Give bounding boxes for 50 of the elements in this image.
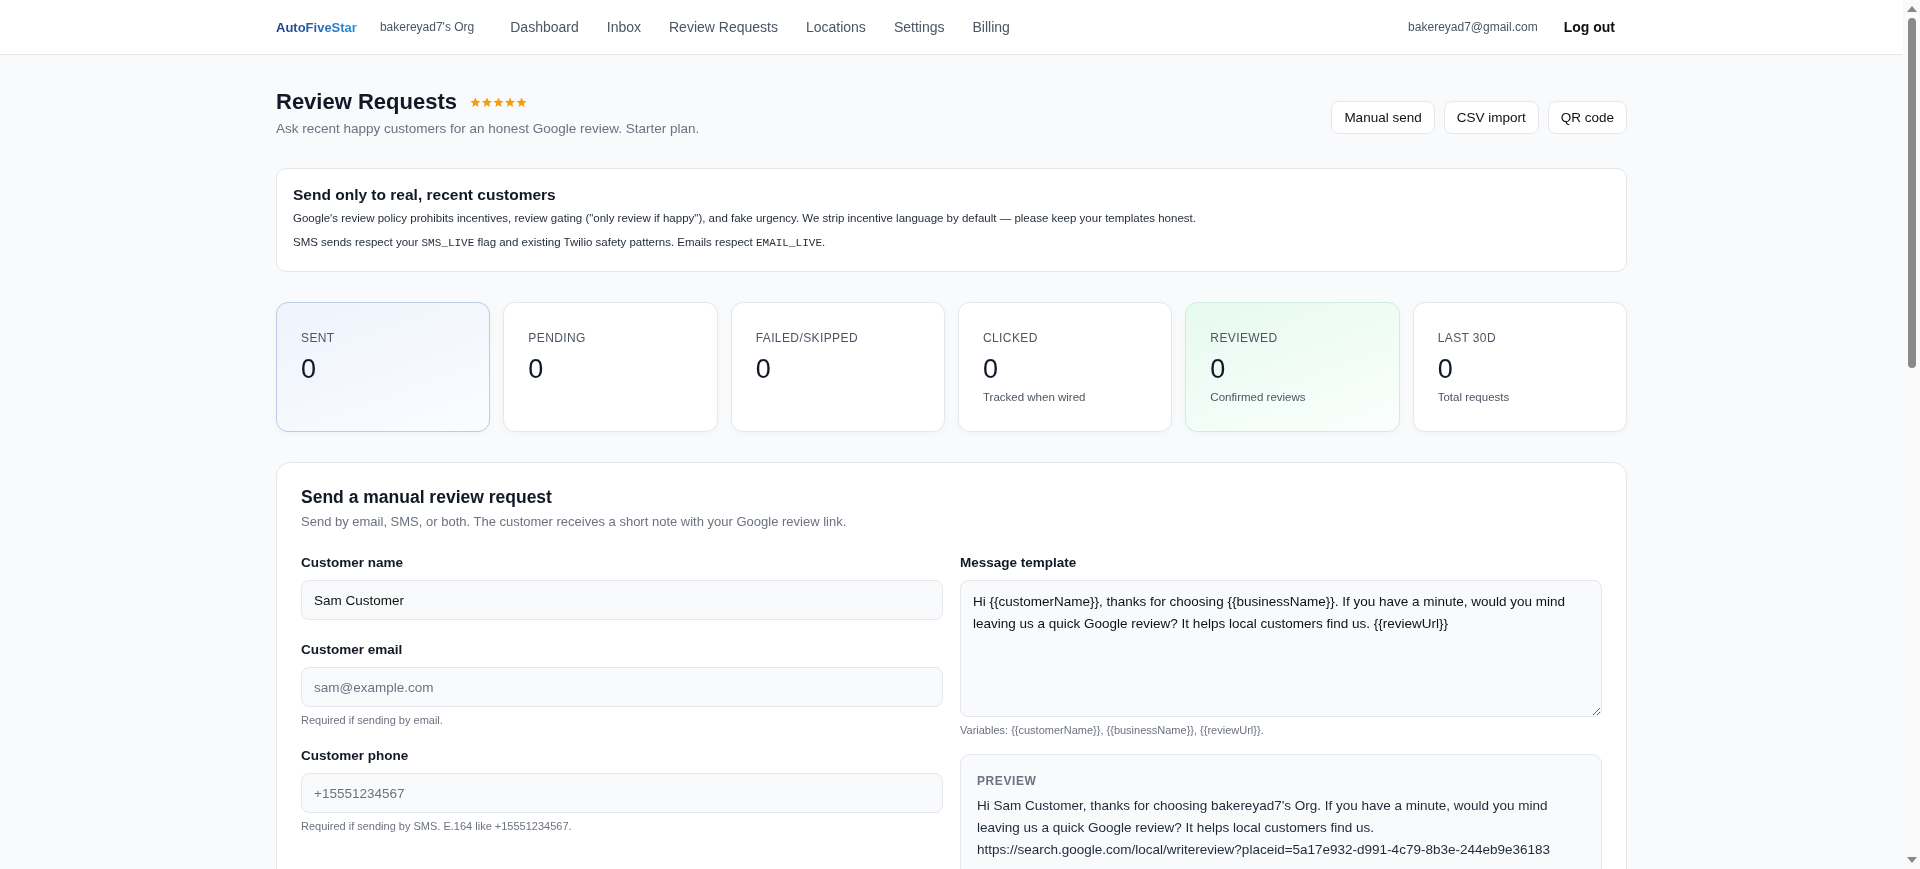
nav-link[interactable]: Inbox xyxy=(606,19,641,35)
notice-title: Send only to real, recent customers xyxy=(293,186,557,204)
action-button[interactable]: CSV import xyxy=(1443,101,1539,134)
notice-text: Google's review policy prohibits incentives, review gating ("only review if happy"), and fake urgency. We strip incentive language by default — please keep your templates honest. xyxy=(293,211,1197,226)
stat-label: SENT xyxy=(301,331,335,345)
nav-link[interactable]: Dashboard xyxy=(510,19,579,35)
field-label: Message template xyxy=(960,555,1078,570)
input-field[interactable]: +15551234567 xyxy=(301,773,943,813)
input-field[interactable]: sam@example.com xyxy=(301,667,943,707)
help-text: Required if sending by email. xyxy=(301,714,444,726)
preview-label: PREVIEW xyxy=(977,774,1037,788)
page-subtitle: Ask recent happy customers for an honest Google review. Starter plan. xyxy=(276,121,700,136)
stat-label: FAILED/SKIPPED xyxy=(755,331,858,345)
logout-link[interactable]: Log out xyxy=(1563,19,1615,35)
stat-value: 0 xyxy=(983,355,998,385)
nav-link[interactable]: Billing xyxy=(972,19,1010,35)
stat-label: CLICKED xyxy=(983,331,1038,345)
form-title: Send a manual review request xyxy=(301,487,553,508)
help-text: Required if sending by SMS. E.164 like +15551234567. xyxy=(301,820,573,832)
field-label: Customer email xyxy=(301,642,404,657)
stat-note: Confirmed reviews xyxy=(1210,390,1306,403)
notice-text: SMS sends respect your SMS_LIVE flag and existing Twilio safety patterns. Emails respect EMAIL_LIVE. xyxy=(293,235,827,251)
stat-value: 0 xyxy=(301,355,317,385)
action-button[interactable]: Manual send xyxy=(1331,101,1435,134)
user-email: bakereyad7@gmail.com xyxy=(1408,20,1538,34)
stat-value: 0 xyxy=(528,355,544,385)
input-field[interactable]: Sam Customer xyxy=(301,580,943,620)
help-text: Variables: {{customerName}}, {{businessName}}, {{reviewUrl}}. xyxy=(960,724,1265,736)
org-name: bakereyad7's Org xyxy=(379,20,475,34)
scroll-up-icon[interactable] xyxy=(1906,6,1917,12)
field-label: Customer phone xyxy=(301,748,410,763)
stat-label: REVIEWED xyxy=(1210,331,1278,345)
stat-value: 0 xyxy=(1210,355,1226,385)
stat-value: 0 xyxy=(1437,355,1453,385)
nav-link[interactable]: Settings xyxy=(893,19,945,35)
nav-link[interactable]: Locations xyxy=(805,19,866,35)
scroll-down-icon[interactable] xyxy=(1906,857,1917,863)
nav-link[interactable]: Review Requests xyxy=(669,19,778,35)
preview-text: Hi Sam Customer, thanks for choosing bakereyad7's Org. If you have a minute, would you mind leaving us a quick Google review? It helps local customers find us. https://search.google.com/local/writereview?placeid=5a17e932-d991-4c79-8b3e-244eb9e36183 xyxy=(977,797,1552,859)
action-button[interactable]: QR code xyxy=(1547,101,1627,134)
stat-note: Total requests xyxy=(1437,390,1510,403)
field-label: Customer name xyxy=(301,555,405,570)
form-subtitle: Send by email, SMS, or both. The customer receives a short note with your Google review link. xyxy=(301,514,848,529)
stat-value: 0 xyxy=(755,355,771,385)
scrollbar-thumb[interactable] xyxy=(1907,18,1916,368)
stat-label: PENDING xyxy=(528,331,586,345)
message-textarea[interactable]: Hi {{customerName}}, thanks for choosing {{businessName}}. If you have a minute, would you mind leaving us a quick Google review? It helps local customers find us. {{reviewUrl}} xyxy=(960,580,1602,717)
stat-note: Tracked when wired xyxy=(983,390,1086,403)
stat-label: LAST 30D xyxy=(1437,331,1496,345)
page-title: Review Requests xyxy=(276,89,457,115)
